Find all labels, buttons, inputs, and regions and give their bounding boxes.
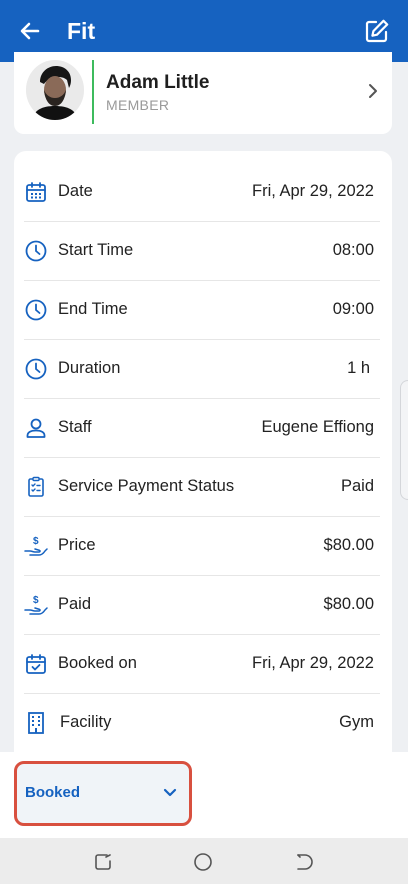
svg-text:$: $: [33, 536, 39, 547]
detail-row-start-time: Start Time 08:00: [24, 222, 380, 281]
detail-value: $80.00: [323, 536, 374, 554]
detail-row-date: Date Fri, Apr 29, 2022: [24, 163, 380, 222]
detail-value: 1 h: [347, 359, 370, 377]
recent-apps-icon[interactable]: [92, 851, 114, 873]
detail-row-booked-on: Booked on Fri, Apr 29, 2022: [24, 635, 380, 694]
detail-row-end-time: End Time 09:00: [24, 281, 380, 340]
chevron-right-icon[interactable]: [366, 82, 380, 100]
hand-dollar-icon: $: [24, 595, 48, 615]
detail-label: Duration: [58, 359, 121, 377]
detail-label: Service Payment Status: [58, 477, 235, 495]
detail-row-staff: Staff Eugene Effiong: [24, 399, 380, 458]
detail-row-facility: Facility Gym: [24, 694, 380, 753]
detail-row-paid: $ Paid $80.00: [24, 576, 380, 635]
member-card[interactable]: Adam Little MEMBER: [14, 52, 392, 134]
detail-value: Gym: [339, 713, 374, 731]
clock-icon: [25, 240, 47, 262]
clock-icon: [25, 299, 47, 321]
detail-value: Fri, Apr 29, 2022: [252, 654, 374, 672]
clipboard-icon: [28, 476, 44, 497]
booking-status-dropdown[interactable]: Booked: [14, 761, 192, 826]
calendar-icon: [26, 182, 46, 202]
booking-details-card: Date Fri, Apr 29, 2022 Start Time 08:00 …: [14, 151, 392, 771]
detail-value: $80.00: [323, 595, 374, 613]
clock-icon: [25, 358, 47, 380]
edit-icon[interactable]: [364, 18, 390, 44]
detail-label: End Time: [58, 300, 128, 318]
detail-label: Staff: [58, 418, 92, 436]
status-panel: Booked: [0, 752, 408, 838]
detail-value: Eugene Effiong: [261, 418, 374, 436]
member-role: MEMBER: [106, 97, 170, 113]
detail-value: 09:00: [332, 300, 374, 318]
detail-label: Date: [58, 182, 93, 200]
detail-label: Start Time: [58, 241, 134, 259]
side-drawer-handle[interactable]: [400, 380, 408, 500]
status-selected-value: Booked: [25, 784, 81, 801]
building-icon: [28, 712, 44, 734]
back-nav-icon[interactable]: [292, 851, 314, 873]
page-title: Fit: [67, 18, 96, 44]
hand-dollar-icon: $: [24, 536, 48, 556]
detail-value: Fri, Apr 29, 2022: [252, 182, 374, 200]
chevron-down-icon: [163, 788, 177, 797]
detail-label: Booked on: [58, 654, 137, 672]
detail-label: Price: [58, 536, 96, 554]
detail-value: 08:00: [332, 241, 374, 259]
detail-row-duration: Duration 1 h: [24, 340, 380, 399]
member-divider: [92, 60, 94, 124]
svg-text:$: $: [33, 595, 39, 606]
home-icon[interactable]: [192, 851, 214, 873]
detail-row-price: $ Price $80.00: [24, 517, 380, 576]
system-nav-bar: [0, 838, 408, 884]
user-icon: [26, 418, 46, 438]
arrow-left-icon[interactable]: [18, 19, 42, 43]
avatar: [26, 60, 84, 120]
detail-value: Paid: [340, 477, 374, 495]
member-name: Adam Little: [106, 72, 210, 93]
calendar-check-icon: [26, 654, 46, 674]
detail-row-payment-status: Service Payment Status Paid: [24, 458, 380, 517]
detail-label: Facility: [60, 713, 112, 731]
detail-label: Paid: [58, 595, 92, 613]
